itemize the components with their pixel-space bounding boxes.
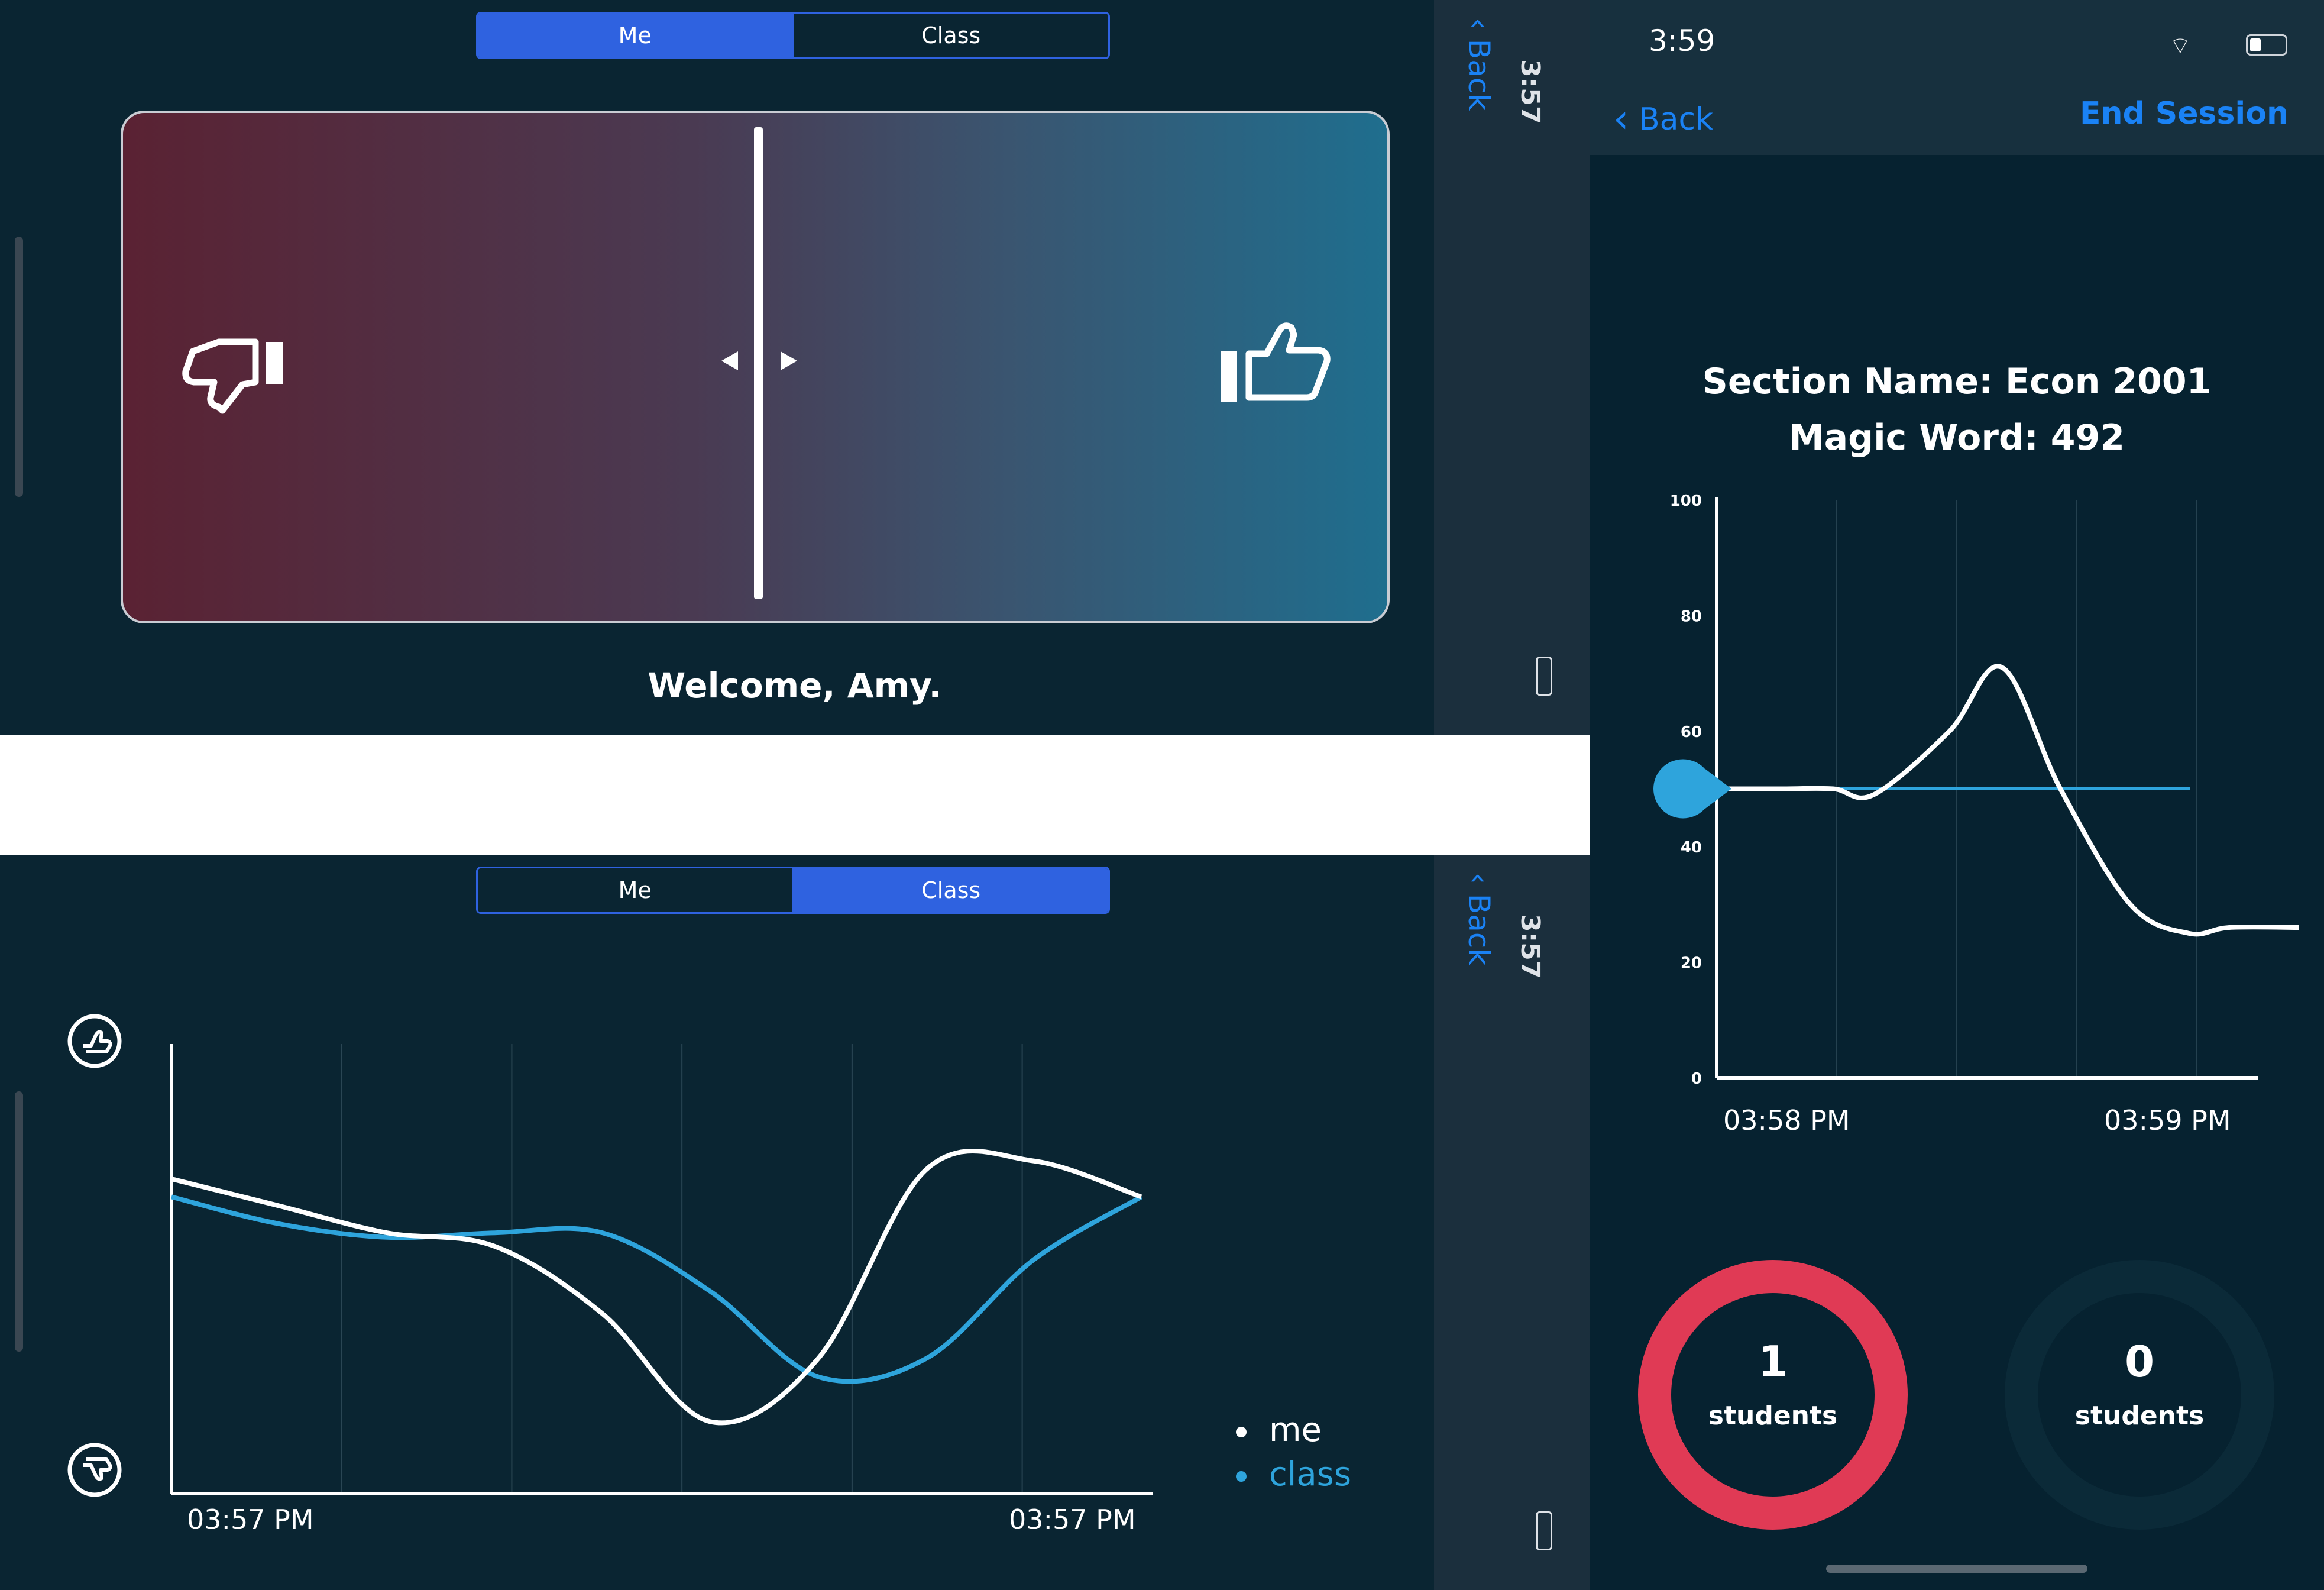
status-time: 3:59 (1649, 24, 1716, 58)
thumbs-up-icon (1221, 322, 1331, 402)
class-view-panel: Me Class 03:57 PM 03:57 PM me class (0, 855, 1434, 1590)
battery-icon (1536, 657, 1552, 696)
wifi-icon: ⌔ (2169, 33, 2192, 60)
series-class-line (171, 1194, 1143, 1384)
me-view-panel: Me Class Welcome, Amy. (0, 0, 1434, 735)
legend-dot-me (1236, 1426, 1247, 1437)
x-tick-label-end: 03:57 PM (1009, 1504, 1136, 1529)
x-tick-label-start: 03:58 PM (1723, 1104, 1850, 1136)
legend-label-class: class (1269, 1455, 1352, 1494)
legend-item-me: me (1236, 1411, 1322, 1449)
ring-students-inactive: 0 students (2005, 1260, 2274, 1530)
strip-time: 3:57 (1515, 914, 1545, 979)
section-name: Section Name: Econ 2001 (1702, 361, 2212, 402)
slider-handle[interactable] (754, 127, 763, 599)
back-label: Back (1638, 102, 1714, 137)
ring-graphic (1638, 1260, 1908, 1530)
chevron-up-icon: ‹ (1462, 18, 1496, 30)
side-strip-top: ‹ Back 3:57 (1434, 0, 1590, 735)
ring-students-active: 1 students (1638, 1260, 1908, 1530)
current-value-marker (1653, 759, 1731, 819)
x-tick-label-start: 03:57 PM (187, 1504, 314, 1529)
battery-icon (2246, 34, 2287, 56)
ring-count: 1 (1757, 1337, 1788, 1387)
magic-word: Magic Word: 492 (1788, 417, 2125, 458)
marker-dot (1653, 759, 1713, 819)
battery-icon (1536, 1511, 1552, 1550)
y-tick-label: 40 (1681, 839, 1702, 857)
x-tick-label-end: 03:59 PM (2104, 1104, 2231, 1136)
home-indicator[interactable] (1826, 1565, 2087, 1573)
strip-back-button[interactable]: ‹ Back (1462, 872, 1496, 965)
segment-me[interactable]: Me (478, 868, 792, 912)
teacher-chart: 100 80 60 40 20 0 03:58 PM 03:59 PM (1653, 492, 2300, 1136)
segment-class[interactable]: Class (792, 14, 1108, 57)
segment-class[interactable]: Class (792, 868, 1108, 912)
chevron-left-icon: ‹ (1613, 96, 1629, 141)
segment-me[interactable]: Me (478, 14, 792, 57)
welcome-message: Welcome, Amy. (648, 665, 942, 706)
strip-back-label: Back (1462, 38, 1496, 111)
ring-count: 0 (2124, 1337, 2155, 1387)
legend-item-class: class (1236, 1455, 1351, 1494)
y-tick-label: 20 (1681, 955, 1702, 972)
ring-graphic (2005, 1260, 2274, 1530)
nav-header: 3:59 ⌔ ‹ Back End Session (1590, 0, 2324, 155)
series-me-line (171, 1149, 1142, 1426)
side-strip-bottom: ‹ Back 3:57 (1434, 855, 1590, 1590)
end-session-button[interactable]: End Session (2080, 96, 2289, 131)
y-tick-label: 100 (1670, 492, 1702, 510)
scroll-handle[interactable] (15, 237, 23, 497)
thumbs-down-circle-icon[interactable] (65, 1440, 124, 1499)
teacher-panel: 3:59 ⌔ ‹ Back End Session Section Name: … (1590, 0, 2324, 1590)
ring-label: students (2074, 1401, 2205, 1431)
legend-dot-class (1236, 1471, 1247, 1482)
thumbs-down-icon (182, 338, 283, 414)
y-tick-label: 80 (1681, 607, 1702, 625)
divider-band (0, 735, 1590, 855)
class-chart: 03:57 PM 03:57 PM (170, 1044, 1153, 1529)
chevron-up-icon: ‹ (1462, 872, 1496, 884)
slide-right-arrow-icon (781, 351, 797, 370)
strip-back-label: Back (1462, 893, 1496, 966)
thumbs-up-circle-icon[interactable] (65, 1011, 124, 1071)
ring-label: students (1708, 1401, 1838, 1431)
me-class-segmented-control: Me Class (476, 867, 1110, 914)
y-tick-label: 60 (1681, 723, 1702, 741)
scroll-handle[interactable] (15, 1091, 23, 1352)
legend-label-me: me (1269, 1411, 1322, 1449)
back-button[interactable]: ‹ Back (1613, 96, 1713, 141)
series-student-line (1717, 664, 2300, 937)
y-tick-label: 0 (1691, 1070, 1702, 1088)
strip-back-button[interactable]: ‹ Back (1462, 18, 1496, 111)
strip-time: 3:57 (1515, 59, 1545, 124)
me-class-segmented-control: Me Class (476, 12, 1110, 59)
slide-left-arrow-icon (721, 351, 738, 370)
